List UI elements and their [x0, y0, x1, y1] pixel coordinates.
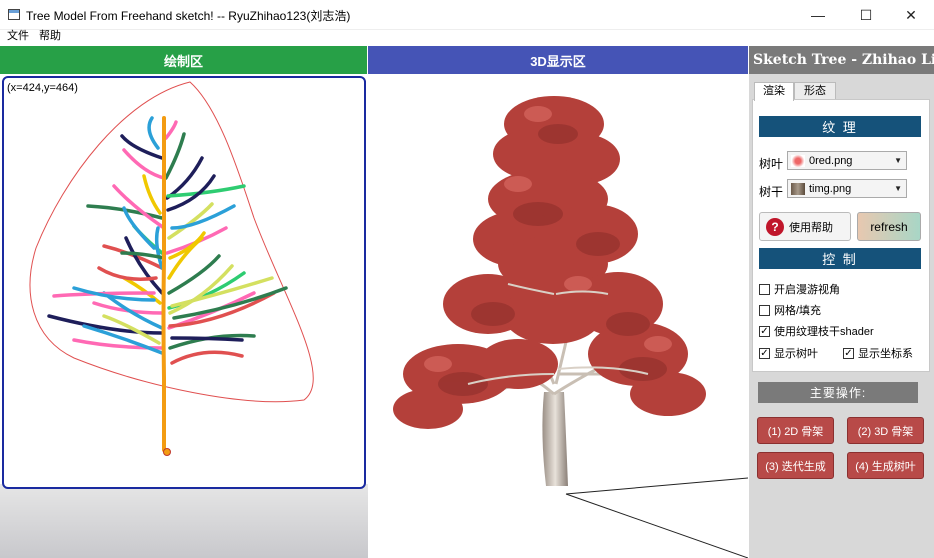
sketch-drawing [29, 81, 314, 456]
op-2d-skeleton-button[interactable]: (1) 2D 骨架 [757, 417, 834, 444]
leaves-label: 显示树叶 [774, 348, 818, 360]
help-button[interactable]: ? 使用帮助 [759, 212, 851, 241]
axes-label: 显示坐标系 [858, 348, 913, 360]
title-bar: Tree Model From Freehand sketch! -- RyuZ… [0, 0, 934, 30]
tab-render[interactable]: 渲染 [754, 82, 794, 101]
window-title: Tree Model From Freehand sketch! -- RyuZ… [26, 9, 351, 23]
axes-checkbox[interactable]: ✓ 显示坐标系 [843, 345, 913, 361]
trunk-label: 树干 [759, 185, 784, 199]
tab-shape[interactable]: 形态 [794, 82, 836, 100]
checkmark-icon: ✓ [759, 325, 770, 337]
maximize-button[interactable]: ☐ [843, 0, 889, 30]
texture-section-title: 纹 理 [759, 116, 921, 137]
op-3d-skeleton-button[interactable]: (2) 3D 骨架 [847, 417, 924, 444]
help-button-label: 使用帮助 [789, 221, 833, 234]
leaf-texture-value: 0red.png [809, 154, 853, 167]
mesh-checkbox[interactable]: 网格/填充 [759, 302, 821, 318]
leaf-texture-thumb-icon [791, 154, 805, 167]
trunk-texture-value: timg.png [809, 182, 852, 195]
refresh-button[interactable]: refresh [857, 212, 921, 241]
leaves-checkbox[interactable]: ✓ 显示树叶 [759, 345, 818, 361]
tree-3d-render [393, 96, 748, 558]
dropdown-arrow-icon: ▼ [894, 184, 902, 193]
checkmark-icon: ✓ [843, 347, 854, 359]
leaf-label: 树叶 [759, 157, 784, 171]
shader-label: 使用纹理枝干shader [774, 326, 874, 338]
render-tab-page: 纹 理 树叶 0red.png ▼ 树干 timg.png ▼ ? 使用帮助 r… [752, 99, 930, 372]
app-icon [8, 9, 20, 20]
checkbox-box [759, 304, 770, 316]
mesh-label: 网格/填充 [774, 305, 822, 317]
draw-panel-header: 绘制区 [0, 46, 367, 74]
roam-checkbox[interactable]: 开启漫游视角 [759, 281, 840, 297]
view3d-panel-header: 3D显示区 [368, 46, 748, 74]
trunk-texture-select[interactable]: timg.png ▼ [787, 179, 907, 198]
checkbox-box [759, 283, 770, 295]
dropdown-arrow-icon: ▼ [894, 156, 902, 165]
checkmark-icon: ✓ [759, 347, 770, 359]
question-icon: ? [766, 217, 784, 236]
menu-file[interactable]: 文件 [7, 30, 29, 43]
shader-checkbox[interactable]: ✓ 使用纹理枝干shader [759, 323, 874, 339]
trunk-texture-thumb-icon [791, 182, 805, 195]
roam-label: 开启漫游视角 [774, 284, 840, 296]
minimize-button[interactable]: — [795, 0, 841, 30]
view3d-area[interactable] [368, 74, 748, 558]
menu-help[interactable]: 帮助 [39, 30, 61, 43]
leaf-texture-select[interactable]: 0red.png ▼ [787, 151, 907, 170]
sketch-canvas[interactable]: (x=424,y=464) [2, 76, 366, 489]
side-panel-header: Sketch Tree - Zhihao Liu [749, 46, 934, 74]
op-iterate-button[interactable]: (3) 迭代生成 [757, 452, 834, 479]
cursor-coords: (x=424,y=464) [7, 82, 78, 94]
menu-bar: 文件 帮助 [0, 30, 934, 45]
op-generate-leaves-button[interactable]: (4) 生成树叶 [847, 452, 924, 479]
side-panel: 渲染 形态 纹 理 树叶 0red.png ▼ 树干 timg.png ▼ ? … [749, 74, 934, 558]
close-button[interactable]: ✕ [888, 0, 934, 30]
control-section-title: 控 制 [759, 248, 921, 269]
main-operations-title: 主要操作: [758, 382, 918, 403]
draw-area: (x=424,y=464) [0, 74, 368, 558]
